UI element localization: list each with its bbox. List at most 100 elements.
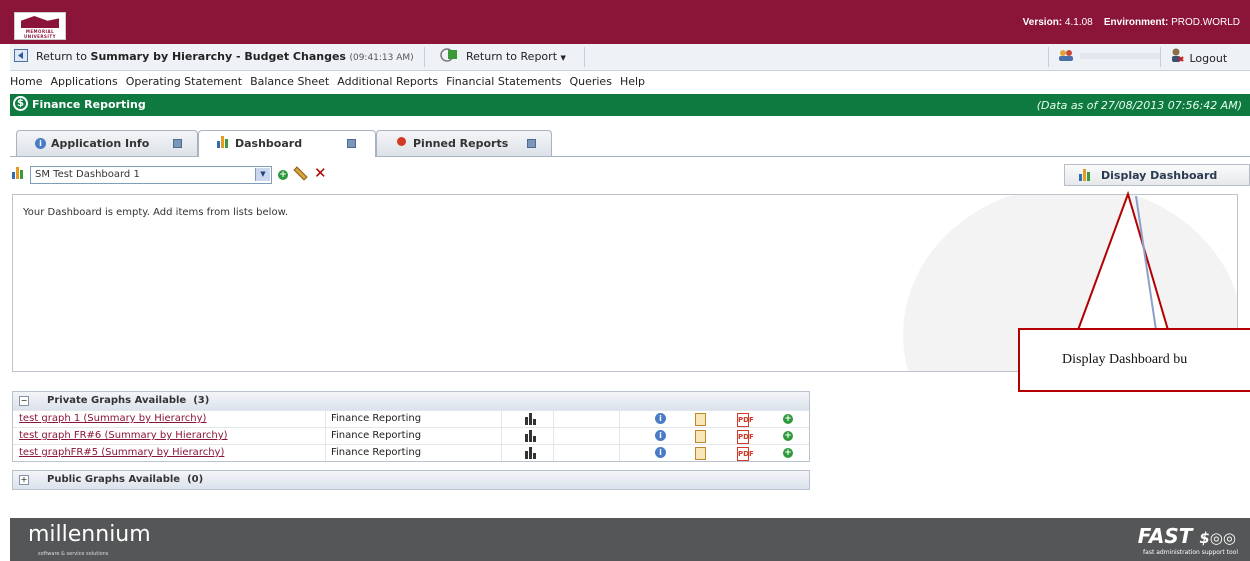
- tab-label: Dashboard: [235, 137, 303, 150]
- menu-item-help[interactable]: Help: [620, 70, 645, 88]
- main-menu: Home Applications Operating Statement Balan…: [10, 70, 1250, 92]
- return-to-report-label: Return to Report: [466, 50, 558, 63]
- public-graphs-title: Public Graphs Available: [47, 474, 181, 485]
- dashboard-select[interactable]: SM Test Dashboard 1 ▼: [30, 166, 272, 184]
- graph-row: test graphFR#5 (Summary by Hierarchy) Fin…: [13, 444, 809, 461]
- dashboard-select-value: SM Test Dashboard 1: [35, 169, 140, 180]
- callout-text: Display Dashboard bu: [1062, 352, 1188, 367]
- dashboard-icon: [12, 167, 26, 182]
- edit-dashboard-button[interactable]: [293, 166, 308, 184]
- divider: [619, 411, 620, 427]
- public-graphs-panel: + Public Graphs Available (0): [12, 470, 810, 490]
- graph-row: test graph 1 (Summary by Hierarchy) Finan…: [13, 410, 809, 427]
- chart-bars-icon: [1079, 169, 1093, 184]
- report-swap-icon: [440, 48, 458, 65]
- graph-link[interactable]: test graphFR#5 (Summary by Hierarchy): [19, 447, 224, 458]
- public-graphs-count: (0): [187, 474, 204, 485]
- tab-application-info[interactable]: i Application Info: [16, 130, 198, 156]
- version-label: Version:: [1022, 17, 1063, 28]
- divider: [501, 411, 502, 427]
- info-icon[interactable]: i: [655, 447, 666, 458]
- collapse-toggle-icon[interactable]: −: [19, 396, 29, 406]
- logout-icon: [1170, 48, 1188, 65]
- return-time: (09:41:13 AM): [349, 53, 414, 63]
- save-tab-icon[interactable]: [173, 139, 182, 148]
- private-graphs-panel: − Private Graphs Available (3) test grap…: [12, 391, 810, 462]
- dollar-icon: $: [13, 96, 28, 111]
- fast-tagline: fast administration support tool: [1143, 549, 1238, 556]
- fast-symbols-icon: $◎◎: [1199, 529, 1236, 547]
- logout-button[interactable]: Logout: [1170, 48, 1227, 65]
- chart-bars-icon[interactable]: [525, 430, 539, 445]
- divider: [325, 411, 326, 427]
- tab-dashboard[interactable]: Dashboard: [198, 130, 376, 157]
- document-icon[interactable]: [695, 447, 706, 463]
- divider: [619, 445, 620, 461]
- save-tab-icon[interactable]: [347, 139, 356, 148]
- add-icon: +: [278, 170, 288, 180]
- chart-bars-icon: [217, 136, 231, 151]
- divider: [424, 47, 425, 67]
- footer: millennium software & service solutions …: [10, 518, 1250, 561]
- chart-bars-icon[interactable]: [525, 413, 539, 428]
- display-dashboard-label: Display Dashboard: [1101, 169, 1218, 182]
- top-header-bar: MEMORIAL UNIVERSITY Version: 4.1.08 Envi…: [0, 0, 1250, 44]
- menu-item-balance-sheet[interactable]: Balance Sheet: [250, 70, 329, 88]
- menu-item-additional-reports[interactable]: Additional Reports: [337, 70, 438, 88]
- info-icon[interactable]: i: [655, 430, 666, 441]
- menu-item-applications[interactable]: Applications: [50, 70, 117, 88]
- menu-item-home[interactable]: Home: [10, 70, 42, 88]
- display-dashboard-button[interactable]: Display Dashboard: [1064, 164, 1250, 186]
- add-to-dashboard-icon[interactable]: +: [783, 413, 793, 424]
- millennium-tagline: software & service solutions: [38, 551, 109, 557]
- divider: [325, 428, 326, 444]
- environment-info: Version: 4.1.08 Environment: PROD.WORLD: [1023, 17, 1240, 28]
- public-graphs-header[interactable]: + Public Graphs Available (0): [13, 471, 809, 489]
- add-to-dashboard-icon[interactable]: +: [783, 430, 793, 441]
- millennium-logo: millennium: [28, 522, 151, 547]
- pencil-icon: [293, 166, 308, 181]
- chart-bars-icon[interactable]: [525, 447, 539, 462]
- divider: [553, 411, 554, 427]
- divider: [619, 428, 620, 444]
- info-icon: i: [35, 136, 46, 149]
- tab-label: Application Info: [51, 137, 150, 150]
- divider: [553, 445, 554, 461]
- return-link[interactable]: Return to Summary by Hierarchy - Budget …: [36, 50, 414, 63]
- add-to-dashboard-icon[interactable]: +: [783, 447, 793, 458]
- menu-item-operating-statement[interactable]: Operating Statement: [126, 70, 242, 88]
- pdf-icon[interactable]: PDF: [737, 430, 754, 444]
- version-value: 4.1.08: [1064, 17, 1093, 28]
- save-tab-icon[interactable]: [527, 139, 536, 148]
- tab-pinned-reports[interactable]: Pinned Reports: [376, 130, 552, 156]
- private-graphs-header[interactable]: − Private Graphs Available (3): [13, 392, 809, 410]
- divider: [1160, 47, 1161, 67]
- private-graphs-title: Private Graphs Available: [47, 395, 187, 406]
- user-icon: [1058, 49, 1074, 64]
- dashboard-empty-message: Your Dashboard is empty. Add items from …: [23, 207, 289, 218]
- graph-link[interactable]: test graph FR#6 (Summary by Hierarchy): [19, 430, 228, 441]
- pdf-icon[interactable]: PDF: [737, 447, 754, 461]
- return-arrow-icon[interactable]: [14, 49, 28, 65]
- return-prefix: Return to: [36, 50, 88, 63]
- university-logo: MEMORIAL UNIVERSITY: [14, 12, 66, 40]
- menu-item-queries[interactable]: Queries: [569, 70, 611, 88]
- finance-reporting-bar: $ Finance Reporting (Data as of 27/08/20…: [10, 94, 1250, 116]
- return-target: Summary by Hierarchy - Budget Changes: [90, 50, 346, 63]
- annotation-callout: Display Dashboard bu: [1018, 328, 1250, 392]
- logo-shape: [21, 16, 59, 28]
- graph-link[interactable]: test graph 1 (Summary by Hierarchy): [19, 413, 206, 424]
- return-to-report-button[interactable]: Return to Report ▼: [466, 50, 566, 63]
- delete-dashboard-button[interactable]: ✕: [314, 164, 327, 182]
- add-dashboard-button[interactable]: +: [278, 167, 288, 180]
- private-graphs-count: (3): [193, 395, 210, 406]
- menu-item-financial-statements[interactable]: Financial Statements: [446, 70, 561, 88]
- user-name-redacted: [1080, 53, 1160, 59]
- expand-toggle-icon[interactable]: +: [19, 475, 29, 485]
- data-as-of: (Data as of 27/08/2013 07:56:42 AM): [1036, 99, 1242, 112]
- pdf-icon[interactable]: PDF: [737, 413, 754, 427]
- environment-value: PROD.WORLD: [1171, 17, 1240, 28]
- select-arrow-icon[interactable]: ▼: [255, 168, 270, 181]
- divider: [501, 428, 502, 444]
- info-icon[interactable]: i: [655, 413, 666, 424]
